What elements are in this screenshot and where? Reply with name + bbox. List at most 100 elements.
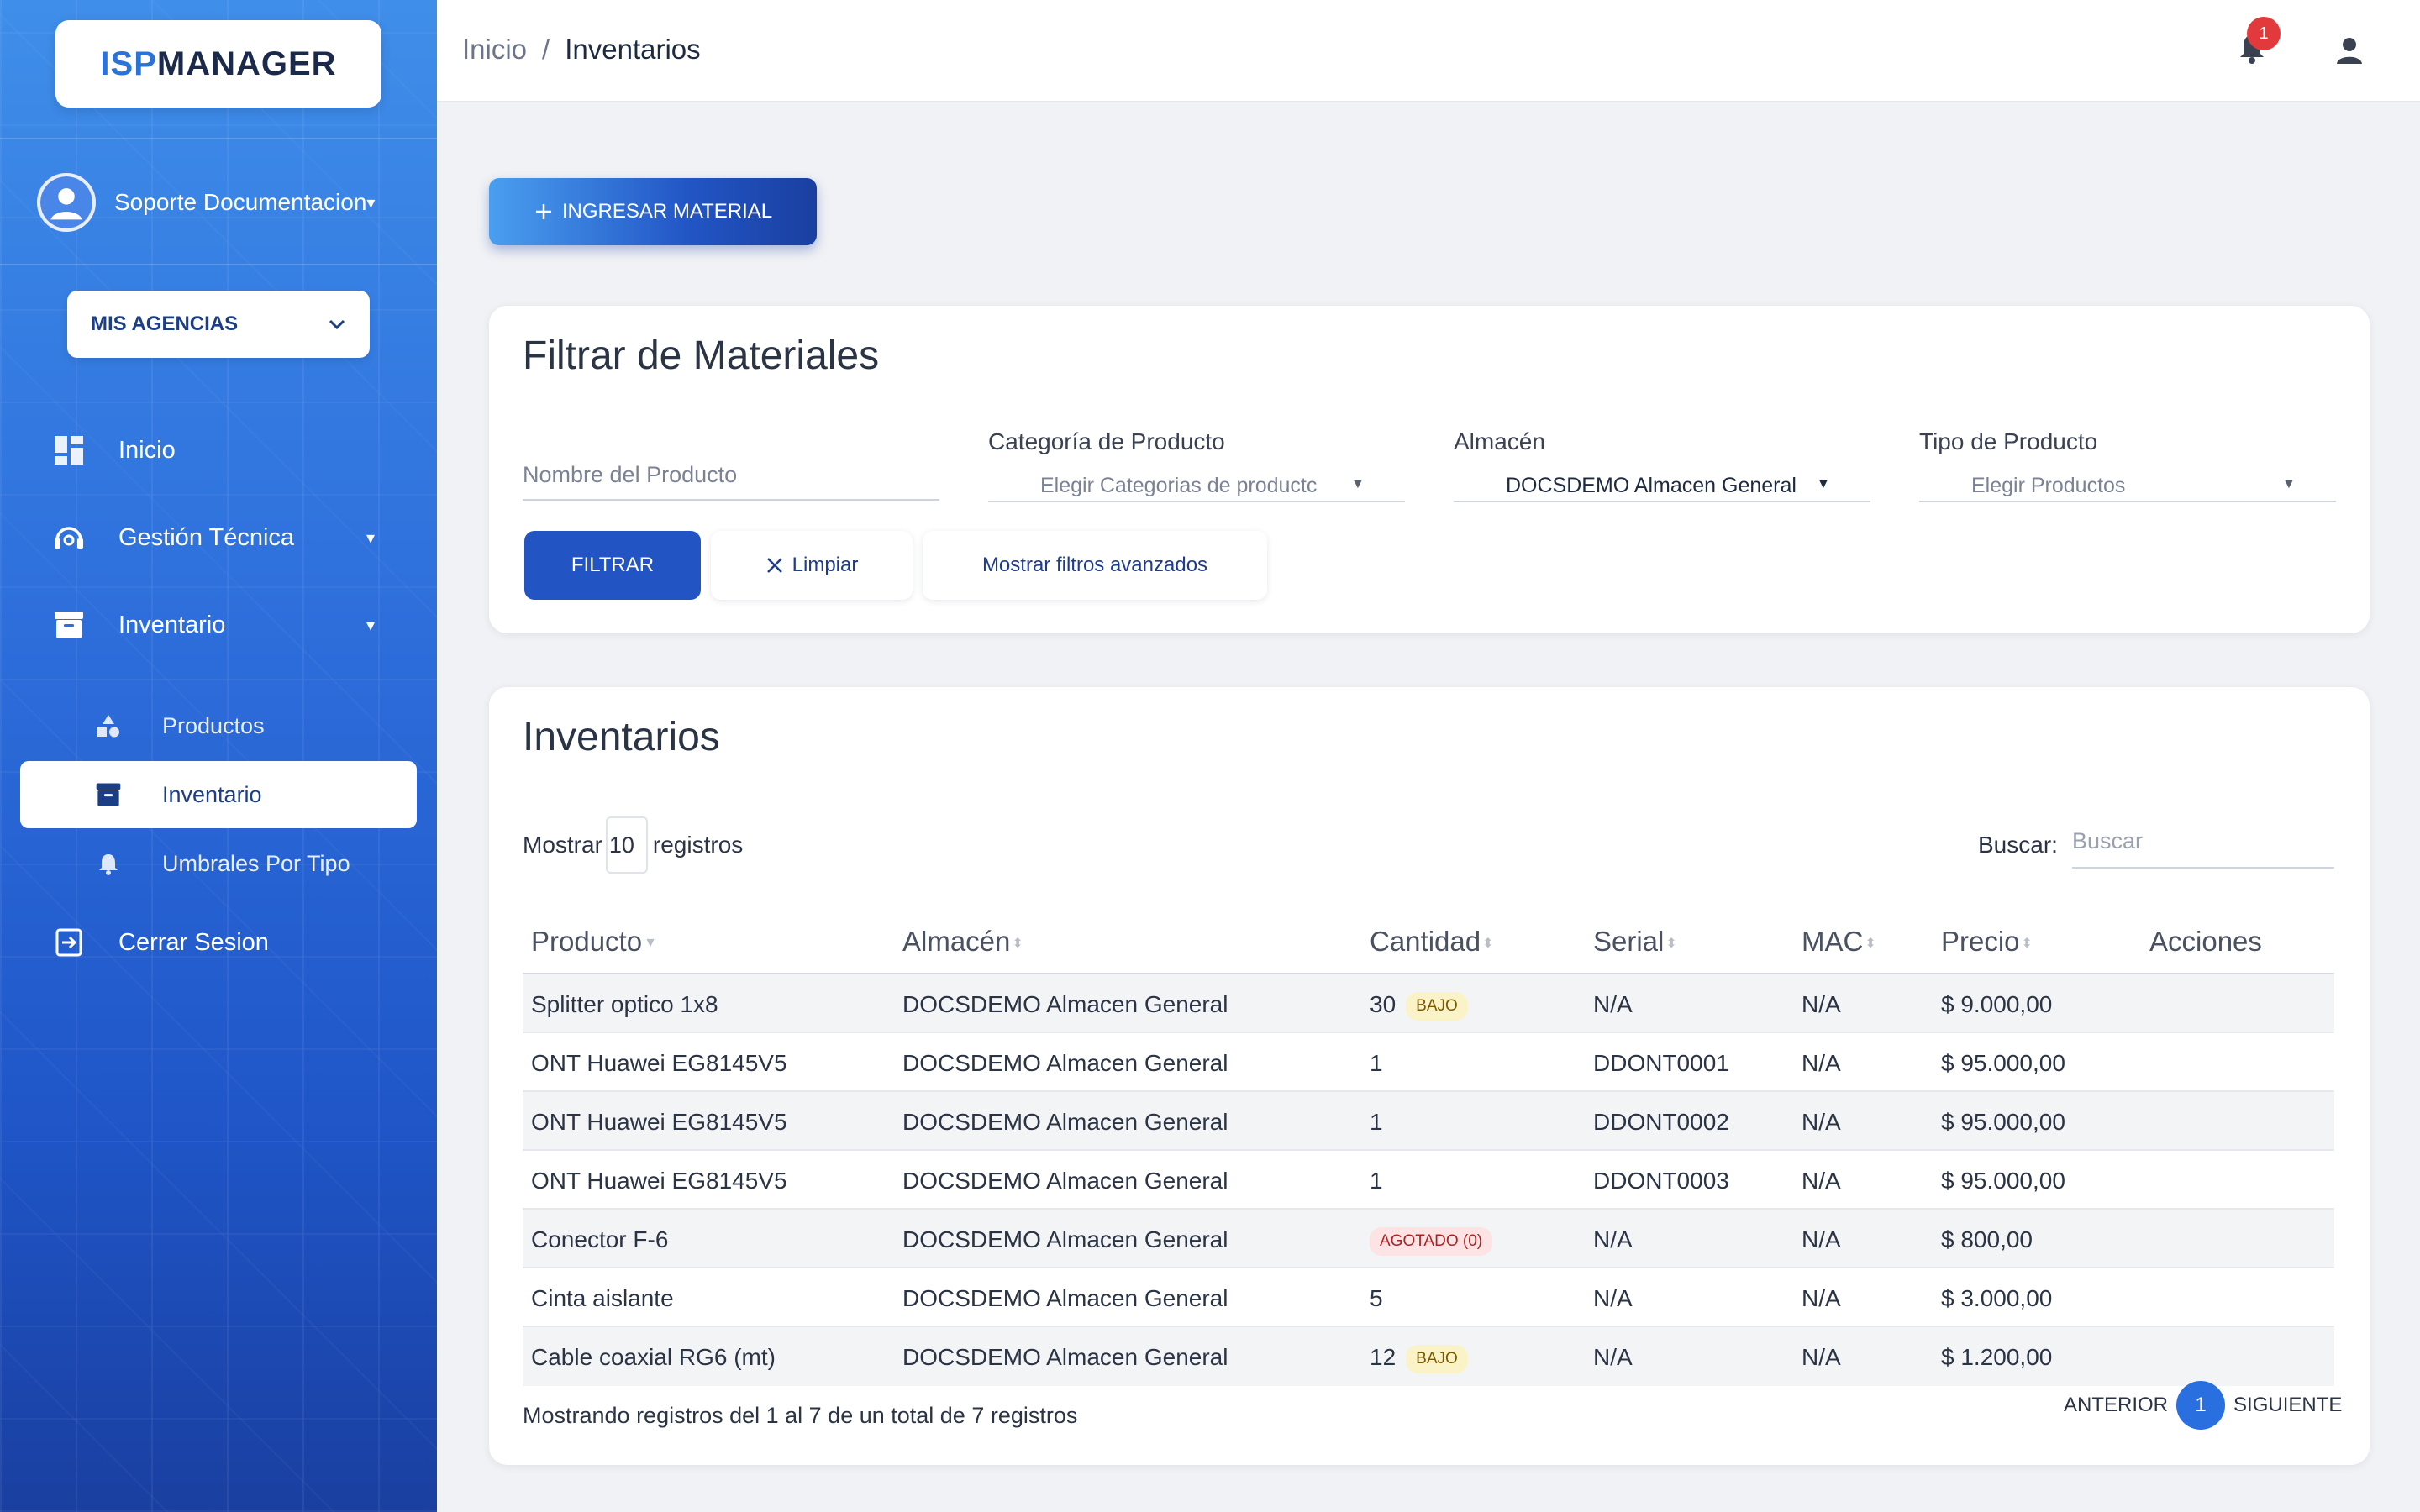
table-row[interactable]: Conector F-6 DOCSDEMO Almacen General AG… [523,1210,2334,1268]
dashboard-icon [52,433,86,467]
page-length-control: Mostrar 10 registros [523,816,743,874]
sidebar-item-gestion-tecnica[interactable]: Gestión Técnica ▾ [0,504,437,571]
pagination-previous[interactable]: ANTERIOR [2064,1394,2168,1417]
user-menu[interactable]: Soporte Documentacion ▾ [37,173,375,232]
column-header-almacen[interactable]: Almacén ⬍ [902,926,1023,958]
table-row[interactable]: ONT Huawei EG8145V5 DOCSDEMO Almacen Gen… [523,1151,2334,1210]
sidebar-subitem-umbrales[interactable]: Umbrales Por Tipo [0,830,437,897]
cell-product: ONT Huawei EG8145V5 [531,1109,787,1135]
filter-button-label: FILTRAR [571,554,655,576]
table-row[interactable]: Splitter optico 1x8 DOCSDEMO Almacen Gen… [523,974,2334,1033]
plus-icon [535,204,551,219]
show-prefix: Mostrar [523,832,602,858]
status-badge-low: BAJO [1406,991,1468,1021]
cell-warehouse: DOCSDEMO Almacen General [902,1168,1228,1194]
breadcrumb-separator: / [542,34,550,65]
caret-down-icon: ▾ [366,616,376,635]
sort-desc-icon: ▼ [644,936,657,951]
sidebar-item-label: Inicio [118,436,176,464]
cell-product: Cable coaxial RG6 (mt) [531,1344,776,1370]
cell-warehouse: DOCSDEMO Almacen General [902,1285,1228,1311]
column-header-acciones: Acciones [2149,926,2262,957]
show-suffix: registros [652,832,744,858]
cell-mac: N/A [1802,1109,1841,1135]
cell-serial: N/A [1593,991,1633,1017]
warehouse-select[interactable]: DOCSDEMO Almacen General [1506,474,1797,498]
table-row[interactable]: Cinta aislante DOCSDEMO Almacen General … [523,1268,2334,1327]
table-info: Mostrando registros del 1 al 7 de un tot… [523,1403,1078,1428]
topbar: Inicio / Inventarios 1 [437,0,2420,102]
add-material-button[interactable]: INGRESAR MATERIAL [489,178,817,245]
inventory-card: Inventarios Mostrar 10 registros Buscar:… [489,687,2370,1465]
cell-product: Splitter optico 1x8 [531,991,718,1017]
user-account-icon[interactable] [2331,32,2368,69]
cell-product: ONT Huawei EG8145V5 [531,1168,787,1194]
cell-price: $ 800,00 [1941,1226,2033,1252]
archive-icon [94,780,123,809]
cell-mac: N/A [1802,1285,1841,1311]
filter-button[interactable]: FILTRAR [524,531,701,600]
product-type-underline [1919,501,2336,502]
caret-down-icon: ▼ [2282,477,2296,491]
advanced-filters-button[interactable]: Mostrar filtros avanzados [923,531,1267,600]
logo-isp-text: ISP [100,45,157,82]
sidebar-item-label: Umbrales Por Tipo [162,850,350,876]
cell-mac: N/A [1802,1168,1841,1194]
chevron-down-icon [329,319,345,330]
alarm-bell-icon [94,849,123,878]
sidebar-item-inicio[interactable]: Inicio [0,417,437,484]
notification-badge: 1 [2247,17,2281,50]
sort-icon: ⬍ [1865,937,1876,952]
cell-mac: N/A [1802,1344,1841,1370]
pagination-page-current[interactable]: 1 [2176,1381,2226,1430]
category-select[interactable]: Elegir Categorias de productc [1040,474,1317,498]
clear-filters-button[interactable]: Limpiar [711,531,913,600]
column-header-serial[interactable]: Serial ⬍ [1593,926,1677,958]
cell-serial: N/A [1593,1285,1633,1311]
cell-serial: DDONT0002 [1593,1109,1729,1135]
breadcrumb-home[interactable]: Inicio [462,34,527,66]
table-row[interactable]: ONT Huawei EG8145V5 DOCSDEMO Almacen Gen… [523,1033,2334,1092]
logo[interactable]: ISPMANAGER [55,20,381,108]
avatar [37,173,96,232]
agency-selector[interactable]: MIS AGENCIAS [67,291,370,358]
cell-warehouse: DOCSDEMO Almacen General [902,1344,1228,1370]
caret-down-icon: ▼ [1817,477,1830,491]
user-name: Soporte Documentacion [114,189,367,215]
pagination-next[interactable]: SIGUIENTE [2233,1394,2342,1417]
sidebar-divider [0,264,437,265]
sidebar-item-cerrar-sesion[interactable]: Cerrar Sesion [0,909,437,976]
product-name-underline [523,499,939,501]
product-name-input[interactable]: Nombre del Producto [523,462,737,488]
sidebar-item-label: Productos [162,712,265,738]
inventory-table: Producto ▼ Almacén ⬍ Cantidad ⬍ Serial ⬍ MAC… [523,907,2334,1386]
cell-price: $ 9.000,00 [1941,991,2053,1017]
archive-icon [52,608,86,642]
column-header-producto[interactable]: Producto ▼ [531,926,657,958]
cell-quantity: AGOTADO (0) [1370,1226,1493,1256]
sidebar-subitem-productos[interactable]: Productos [0,692,437,759]
table-row[interactable]: ONT Huawei EG8145V5 DOCSDEMO Almacen Gen… [523,1092,2334,1151]
logout-icon [52,926,86,959]
column-header-cantidad[interactable]: Cantidad ⬍ [1370,926,1494,958]
add-material-label: INGRESAR MATERIAL [561,200,773,223]
column-header-mac[interactable]: MAC ⬍ [1802,926,1876,958]
sidebar-item-inventario[interactable]: Inventario ▾ [0,591,437,659]
sidebar-subitem-inventario[interactable]: Inventario [20,761,417,828]
table-row[interactable]: Cable coaxial RG6 (mt) DOCSDEMO Almacen … [523,1327,2334,1386]
column-header-precio[interactable]: Precio ⬍ [1941,926,2033,958]
filter-card: Filtrar de Materiales Nombre del Product… [489,306,2370,633]
search-input[interactable]: Buscar [2072,822,2334,869]
cell-quantity: 12 BAJO [1370,1344,1468,1373]
warehouse-underline [1454,501,1870,502]
status-badge-low: BAJO [1406,1344,1468,1373]
status-badge-out-of-stock: AGOTADO (0) [1370,1226,1493,1256]
filter-title: Filtrar de Materiales [523,333,880,378]
product-type-select[interactable]: Elegir Productos [1971,474,2125,498]
cell-mac: N/A [1802,1226,1841,1252]
sidebar-item-label: Inventario [162,781,262,807]
cell-warehouse: DOCSDEMO Almacen General [902,1050,1228,1076]
page-length-select[interactable]: 10 [605,816,648,874]
table-header: Producto ▼ Almacén ⬍ Cantidad ⬍ Serial ⬍ MAC… [523,907,2334,974]
logo-manager-text: MANAGER [156,45,337,82]
